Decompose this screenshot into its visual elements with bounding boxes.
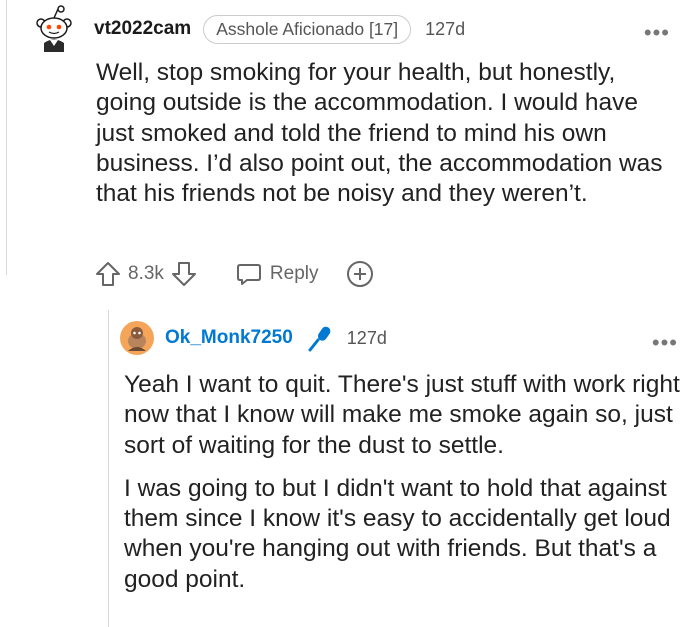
reply-header: Ok_Monk7250 127d [120,318,692,358]
upvote-icon[interactable] [94,260,122,288]
reply-button[interactable]: Reply [236,261,319,287]
reply-age: 127d [346,327,387,348]
award-icon [346,261,373,287]
comment-username[interactable]: vt2022cam [94,18,191,40]
thread-line [6,0,7,275]
reply-paragraph: I was going to but I didn't want to hold… [124,474,671,593]
microphone-icon [307,324,333,352]
snoo-avatar-icon[interactable] [32,4,76,54]
reply-comment: Ok_Monk7250 127d ••• Yeah I want to quit… [120,318,692,608]
reply-icon [236,264,261,285]
more-icon[interactable]: ••• [644,20,670,46]
comment-body: Well, stop smoking for your health, but … [96,58,676,209]
reply-username[interactable]: Ok_Monk7250 [165,327,293,349]
award-button[interactable] [345,259,375,289]
vote-group: 8.3k [94,260,198,288]
comment-actions: 8.3k Reply [94,258,375,290]
comment-paragraph: Well, stop smoking for your health, but … [96,59,663,208]
comment-header: vt2022cam Asshole Aficionado [17] 127d [32,4,692,54]
user-flair: Asshole Aficionado [17] [203,14,412,44]
downvote-icon[interactable] [170,260,198,288]
comment-age: 127d [425,18,466,39]
vote-count: 8.3k [128,263,164,284]
comment: vt2022cam Asshole Aficionado [17] 127d •… [32,4,692,209]
reply-body: Yeah I want to quit. There's just stuff … [124,370,684,595]
more-icon[interactable]: ••• [652,330,678,356]
avatar-icon[interactable] [120,321,154,355]
reply-thread-line [108,310,109,627]
reply-label: Reply [269,263,319,284]
reply-paragraph: Yeah I want to quit. There's just stuff … [124,371,680,459]
